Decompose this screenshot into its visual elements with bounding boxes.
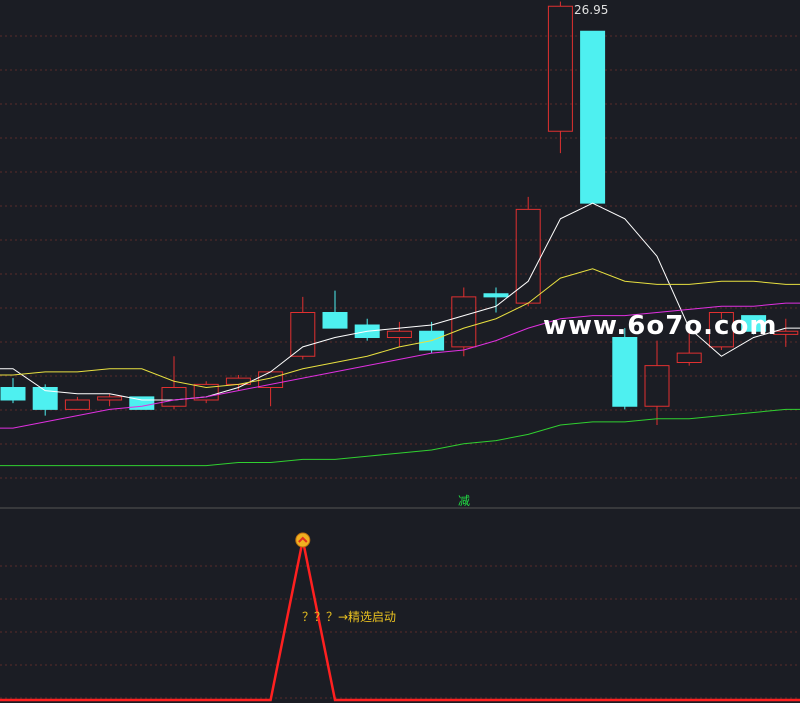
candle-body (515, 208, 541, 304)
candle-body (580, 30, 606, 204)
signal-marker-icon (295, 532, 311, 548)
candle-body (322, 312, 348, 329)
chart-canvas (0, 1, 800, 702)
candle-body (612, 337, 638, 407)
max-price-label: 26.95 (574, 3, 609, 17)
candle-body (644, 365, 670, 407)
candle-body (451, 296, 477, 348)
indicator-line (0, 539, 800, 702)
indicator-panel (0, 532, 800, 702)
candle-body (161, 387, 187, 407)
candle-body (386, 330, 412, 338)
candle-body (483, 293, 509, 298)
candle-body (290, 312, 316, 357)
candle-body (64, 399, 90, 410)
watermark: www.6o7o.com (543, 311, 778, 341)
ma-line-4 (0, 408, 800, 467)
candle-body (0, 387, 26, 401)
candlesticks (0, 1, 799, 425)
candle-body (547, 5, 573, 132)
indicator-note: ？？？→精选启动 (302, 610, 397, 624)
grid-lines (0, 35, 800, 699)
ma-line-1 (0, 202, 800, 401)
candle-body (676, 352, 702, 363)
candle-body (97, 396, 123, 401)
panel-separator-label: 减 (458, 494, 471, 508)
